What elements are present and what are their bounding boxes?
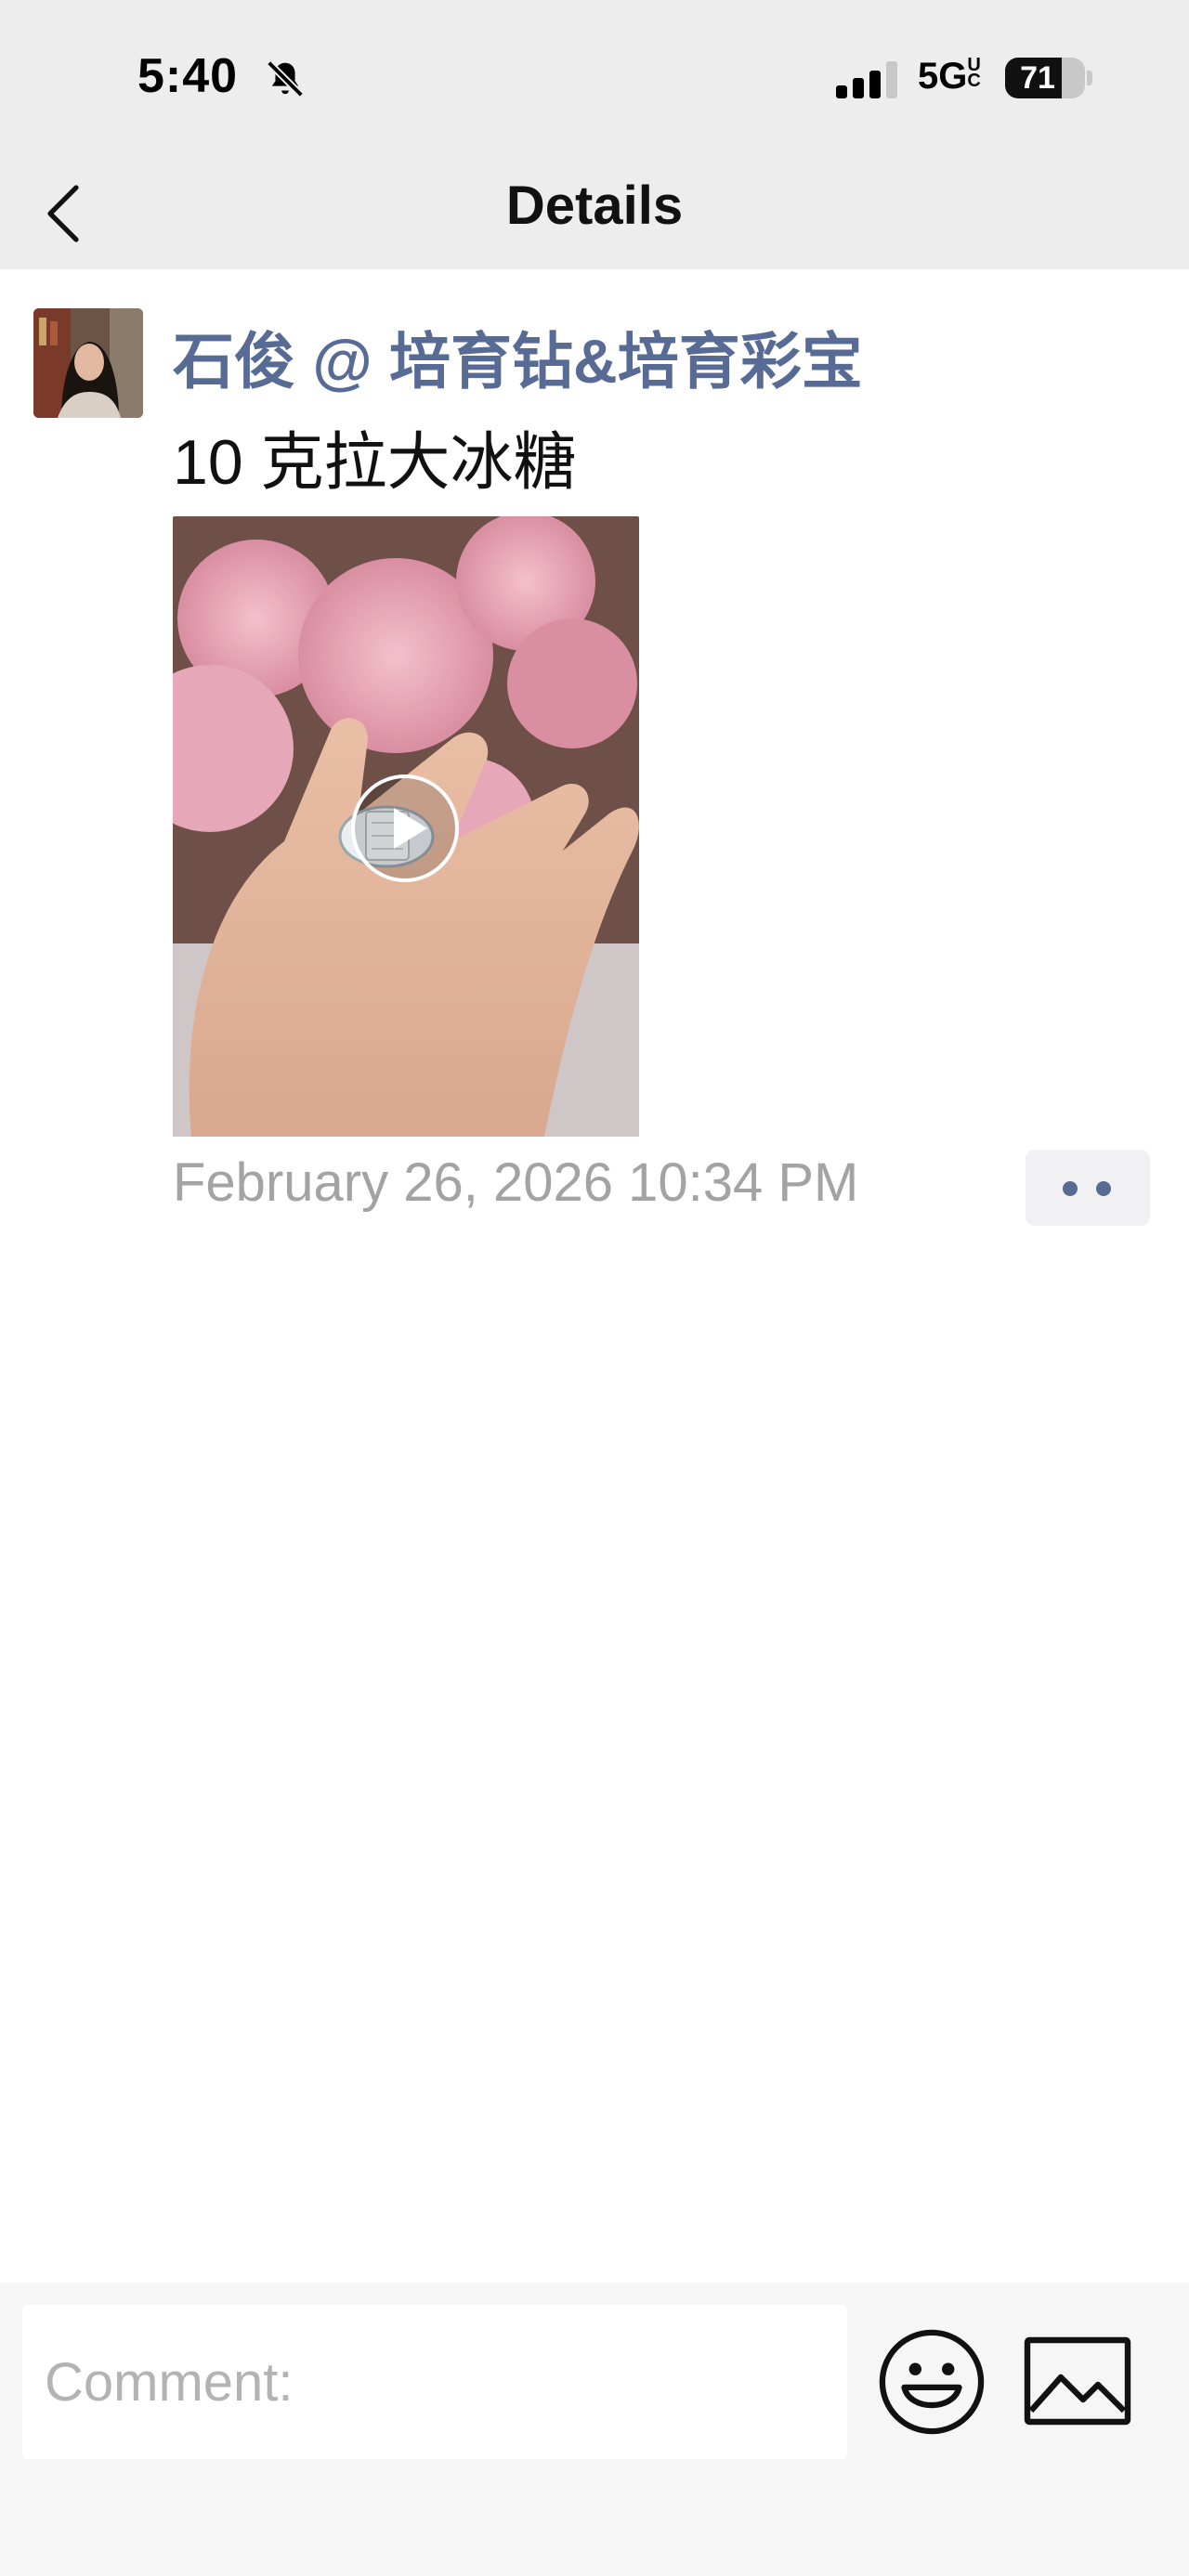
two-dots-icon [1096, 1181, 1111, 1196]
status-bar: 5:40 5GUC 71 [0, 0, 1189, 158]
two-dots-icon [1063, 1181, 1078, 1196]
page-title: Details [505, 176, 684, 236]
avatar-image [33, 308, 143, 418]
video-thumbnail[interactable] [173, 516, 639, 1137]
comment-input[interactable] [22, 2305, 847, 2459]
post-text: 10 克拉大冰糖 [173, 427, 577, 498]
battery-indicator: 71 [1005, 58, 1085, 98]
signal-icon [836, 61, 897, 98]
smiley-icon[interactable] [877, 2327, 986, 2437]
status-time: 5:40 [137, 49, 239, 103]
play-button[interactable] [349, 773, 461, 884]
battery-tip [1087, 71, 1092, 85]
post-timestamp: February 26, 2026 10:34 PM [173, 1152, 859, 1213]
network-badge: UC [967, 55, 981, 91]
nav-bar: Details [0, 158, 1189, 269]
author-name[interactable]: 石俊 @ 培育钻&培育彩宝 [173, 312, 863, 401]
battery-level: 71 [1020, 60, 1055, 96]
network-indicator: 5GUC [918, 56, 986, 98]
more-actions-button[interactable] [1026, 1150, 1150, 1226]
bell-slash-icon [267, 60, 304, 98]
image-icon[interactable] [1024, 2336, 1131, 2426]
comment-bar [0, 2283, 1189, 2576]
avatar[interactable] [33, 308, 143, 418]
